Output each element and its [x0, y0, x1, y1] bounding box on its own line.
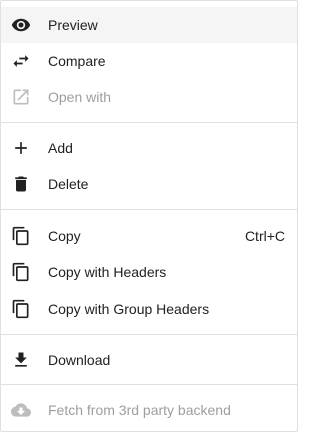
menu-divider: [1, 334, 297, 335]
menu-item-copy-with-headers[interactable]: Copy with Headers: [1, 254, 297, 290]
menu-item-label: Download: [48, 352, 111, 368]
cloud-download-icon: [11, 400, 31, 420]
menu-item-label: Fetch from 3rd party backend: [48, 402, 231, 418]
menu-divider: [1, 122, 297, 123]
menu-item-compare[interactable]: Compare: [1, 43, 297, 79]
menu-item-label: Copy with Group Headers: [48, 301, 210, 317]
swap-arrows-icon: [11, 51, 31, 71]
plus-icon: [11, 138, 31, 158]
menu-item-label: Add: [48, 140, 73, 156]
menu-item-copy[interactable]: Copy Ctrl+C: [1, 218, 297, 254]
menu-divider: [1, 209, 297, 210]
copy-icon: [11, 299, 31, 319]
context-menu: Preview Compare Open with Add Delete Cop…: [0, 0, 298, 432]
menu-item-open-with[interactable]: Open with: [1, 79, 297, 115]
menu-item-download[interactable]: Download: [1, 342, 297, 378]
menu-item-label: Preview: [48, 17, 98, 33]
keyboard-shortcut: Ctrl+C: [244, 228, 285, 244]
eye-icon: [11, 15, 31, 35]
copy-icon: [11, 262, 31, 282]
download-icon: [11, 350, 31, 370]
menu-divider: [1, 384, 297, 385]
menu-item-label: Compare: [48, 53, 106, 69]
menu-item-label: Open with: [48, 89, 112, 105]
menu-item-copy-with-group-headers[interactable]: Copy with Group Headers: [1, 291, 297, 327]
trash-icon: [11, 174, 31, 194]
menu-item-fetch-from-backend[interactable]: Fetch from 3rd party backend: [1, 392, 297, 428]
menu-item-label: Copy with Headers: [48, 264, 167, 280]
menu-item-label: Delete: [48, 176, 89, 192]
copy-icon: [11, 226, 31, 246]
menu-item-preview[interactable]: Preview: [1, 7, 297, 43]
menu-item-add[interactable]: Add: [1, 130, 297, 166]
menu-item-label: Copy: [48, 228, 81, 244]
open-external-icon: [11, 87, 31, 107]
menu-item-delete[interactable]: Delete: [1, 166, 297, 202]
